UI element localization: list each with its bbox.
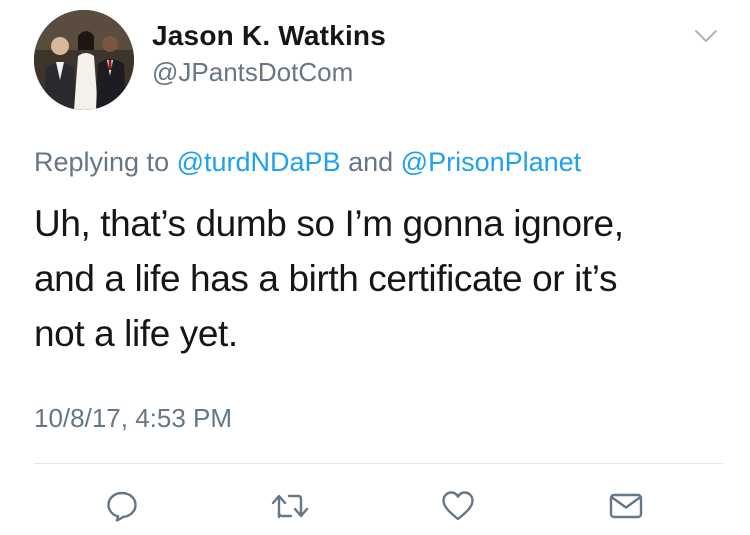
user-handle[interactable]: @JPantsDotCom <box>152 57 353 88</box>
avatar[interactable] <box>34 10 134 110</box>
display-name[interactable]: Jason K. Watkins <box>152 20 386 52</box>
retweet-icon[interactable] <box>268 484 312 528</box>
mention-link[interactable]: @PrisonPlanet <box>401 147 582 177</box>
chevron-down-icon[interactable] <box>694 28 718 44</box>
tweet-timestamp[interactable]: 10/8/17, 4:53 PM <box>34 403 232 434</box>
replying-to: Replying to @turdNDaPB and @PrisonPlanet <box>34 147 581 178</box>
replying-prefix: Replying to <box>34 147 170 177</box>
tweet-line: not a life yet. <box>34 313 238 354</box>
mention-link[interactable]: @turdNDaPB <box>177 147 341 177</box>
tweet-line: Uh, that’s dumb so I’m gonna ignore, <box>34 203 624 244</box>
replying-conjunction: and <box>348 147 394 177</box>
message-icon[interactable] <box>604 484 648 528</box>
reply-icon[interactable] <box>100 484 144 528</box>
avatar-photo <box>34 10 134 110</box>
tweet-text: Uh, that’s dumb so I’m gonna ignore, and… <box>34 196 724 361</box>
divider <box>34 463 724 464</box>
like-icon[interactable] <box>436 484 480 528</box>
tweet-line: and a life has a birth certificate or it… <box>34 258 618 299</box>
